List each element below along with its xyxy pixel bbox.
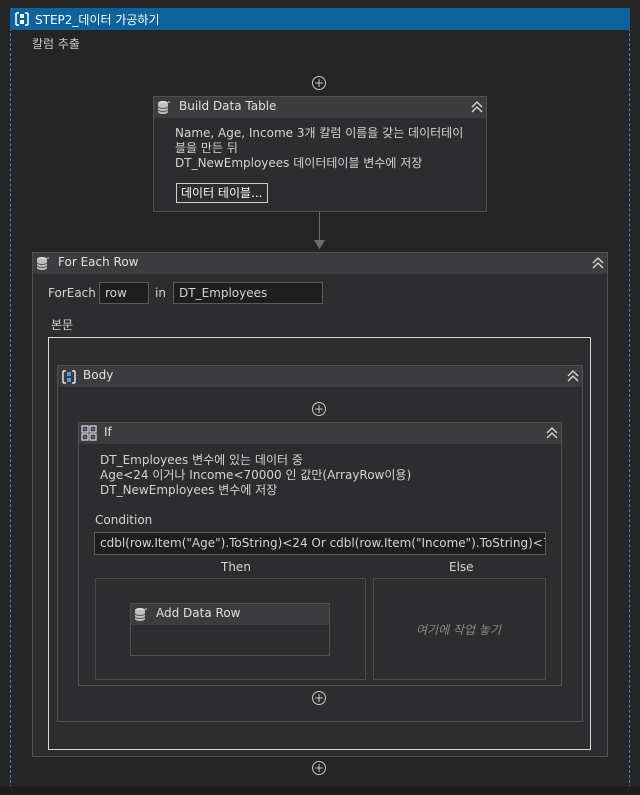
item-variable-input[interactable]: row [99, 282, 149, 304]
build-data-table-desc-3: DT_NewEmployees 데이터테이블 변수에 저장 [175, 156, 423, 170]
add-activity-button[interactable]: + [312, 691, 326, 705]
collapse-icon[interactable] [566, 369, 580, 383]
then-label: Then [221, 560, 251, 574]
condition-input[interactable]: cdbl(row.Item("Age").ToString)<24 Or cdb… [94, 532, 546, 555]
collection-input[interactable]: DT_Employees [173, 282, 323, 304]
build-data-table-title: Build Data Table [179, 99, 277, 113]
add-activity-button[interactable]: + [312, 761, 326, 775]
add-activity-button[interactable]: + [312, 402, 326, 416]
collapse-icon[interactable] [591, 256, 605, 270]
else-drop-zone[interactable]: 여기에 작업 놓기 [373, 578, 546, 680]
in-label: in [155, 286, 166, 300]
collapse-icon[interactable] [470, 100, 484, 114]
add-activity-button[interactable]: + [312, 76, 326, 90]
else-label: Else [449, 560, 474, 574]
body-label: 본문 [51, 318, 74, 332]
add-data-row-header[interactable]: Add Data Row [131, 604, 329, 625]
foreach-label: ForEach [48, 286, 96, 300]
database-icon [157, 101, 170, 114]
add-data-row-activity[interactable]: Add Data Row [130, 603, 330, 656]
add-data-row-title: Add Data Row [156, 606, 241, 620]
arrow-down-icon [314, 240, 325, 249]
for-each-row-title: For Each Row [58, 255, 139, 269]
else-placeholder: 여기에 작업 놓기 [416, 623, 501, 637]
build-data-table-activity[interactable]: Build Data Table Name, Age, Income 3개 칼럼… [153, 96, 487, 212]
sequence-icon [15, 12, 29, 26]
condition-label: Condition [95, 513, 153, 527]
sequence-title: STEP2_데이터 가공하기 [35, 13, 160, 27]
build-data-table-header[interactable]: Build Data Table [154, 97, 486, 118]
body-title: Body [83, 368, 114, 382]
bottom-scroll-area [0, 786, 640, 795]
database-icon [134, 608, 147, 621]
sequence-icon [62, 370, 76, 384]
data-table-button[interactable]: 데이터 테이블... [176, 183, 268, 203]
connector-line [319, 212, 320, 242]
if-title: If [104, 425, 112, 439]
for-each-row-header[interactable]: For Each Row [33, 253, 607, 274]
if-desc-3: DT_NewEmployees 변수에 저장 [100, 483, 278, 497]
database-icon [36, 257, 49, 270]
sequence-annotation: 칼럼 추출 [32, 37, 80, 51]
sequence-header[interactable]: STEP2_데이터 가공하기 [10, 8, 630, 30]
body-header[interactable]: Body [58, 366, 582, 387]
if-header[interactable]: If [79, 423, 561, 444]
if-icon [81, 425, 97, 441]
collapse-icon[interactable] [545, 426, 559, 440]
